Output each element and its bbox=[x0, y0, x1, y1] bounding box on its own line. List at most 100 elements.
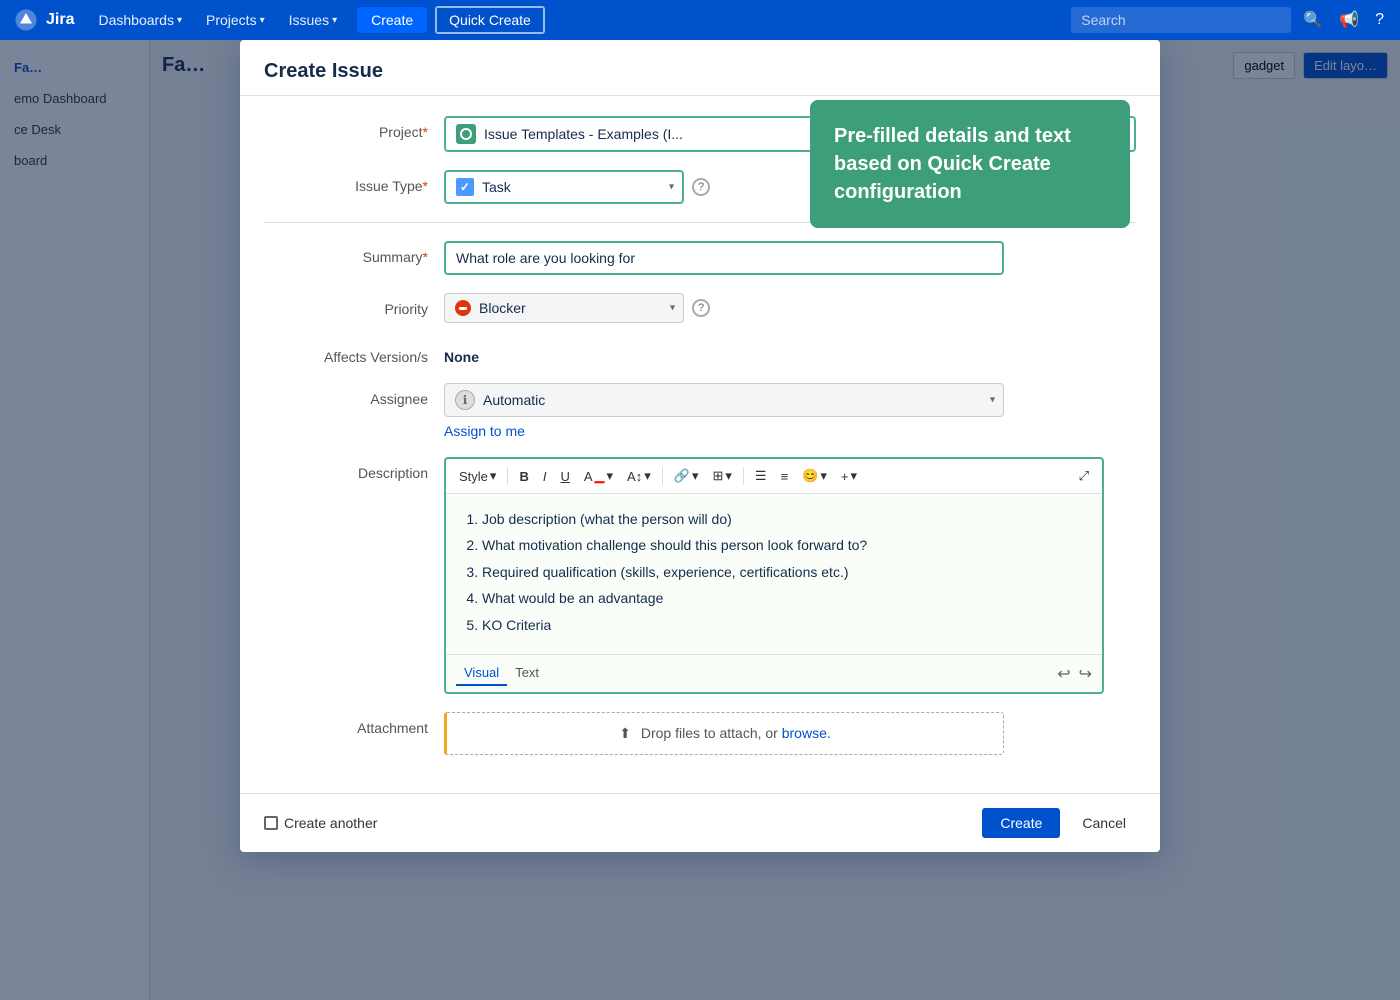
project-required: * bbox=[423, 124, 428, 140]
assignee-chevron-icon: ▾ bbox=[990, 395, 995, 406]
redo-button[interactable]: ↪ bbox=[1079, 664, 1092, 684]
affects-version-row: Affects Version/s None bbox=[264, 341, 1136, 365]
desc-item-5: KO Criteria bbox=[482, 614, 1086, 636]
issue-type-help-icon[interactable]: ? bbox=[692, 178, 710, 196]
summary-input[interactable] bbox=[444, 241, 1004, 275]
issue-type-required: * bbox=[423, 178, 428, 194]
table-button[interactable]: ⊞ ▾ bbox=[707, 465, 736, 487]
affects-version-value: None bbox=[444, 341, 1136, 365]
description-list: Job description (what the person will do… bbox=[462, 508, 1086, 636]
task-icon: ✓ bbox=[456, 178, 474, 196]
link-button[interactable]: 🔗 ▾ bbox=[669, 465, 704, 487]
editor-toolbar: Style ▾ B I U A▁ ▾ A↕ ▾ 🔗 ▾ ⊞ ▾ bbox=[446, 459, 1102, 494]
create-button[interactable]: Create bbox=[982, 808, 1060, 838]
priority-chevron-icon: ▾ bbox=[670, 303, 675, 314]
desc-item-3: Required qualification (skills, experien… bbox=[482, 561, 1086, 583]
help-icon-btn[interactable]: ? bbox=[1371, 7, 1388, 33]
desc-item-4: What would be an advantage bbox=[482, 587, 1086, 609]
bold-button[interactable]: B bbox=[514, 466, 533, 487]
search-icon-btn[interactable]: 🔍 bbox=[1299, 6, 1327, 34]
desc-item-1: Job description (what the person will do… bbox=[482, 508, 1086, 530]
editor-tab-text[interactable]: Text bbox=[507, 661, 547, 686]
assignee-select[interactable]: ℹ Automatic ▾ bbox=[444, 383, 1004, 417]
undo-button[interactable]: ↩ bbox=[1057, 664, 1070, 684]
attachment-row: Attachment ⬆ Drop files to attach, or br… bbox=[264, 712, 1136, 755]
notifications-icon-btn[interactable]: 📢 bbox=[1335, 6, 1363, 34]
style-dropdown-btn[interactable]: Style ▾ bbox=[454, 465, 501, 487]
text-color-chevron: ▾ bbox=[607, 468, 614, 484]
editor-content[interactable]: Job description (what the person will do… bbox=[446, 494, 1102, 654]
assignee-row: Assignee ℹ Automatic ▾ Assign to me bbox=[264, 383, 1136, 439]
modal-footer: Create another Create Cancel bbox=[240, 793, 1160, 852]
create-issue-modal: Create Issue Pre-filled details and text… bbox=[240, 40, 1160, 852]
project-label: Project* bbox=[264, 116, 444, 140]
dashboards-chevron: ▾ bbox=[177, 15, 182, 26]
nav-dashboards[interactable]: Dashboards ▾ bbox=[90, 12, 190, 28]
toolbar-separator-3 bbox=[743, 467, 744, 485]
projects-chevron: ▾ bbox=[260, 15, 265, 26]
project-icon-inner bbox=[460, 128, 472, 140]
insert-button[interactable]: + ▾ bbox=[836, 465, 862, 487]
create-button[interactable]: Create bbox=[357, 7, 427, 33]
logo-text: Jira bbox=[46, 11, 74, 29]
editor-tabs: Visual Text bbox=[456, 661, 547, 686]
summary-required: * bbox=[423, 249, 428, 265]
toolbar-separator-2 bbox=[662, 467, 663, 485]
assignee-control: ℹ Automatic ▾ Assign to me bbox=[444, 383, 1136, 439]
editor-tab-visual[interactable]: Visual bbox=[456, 661, 507, 686]
priority-row: Priority Blocker ▾ ? bbox=[264, 293, 1136, 323]
emoji-button[interactable]: 😊 ▾ bbox=[797, 465, 832, 487]
create-another-checkbox[interactable] bbox=[264, 816, 278, 830]
nav-projects[interactable]: Projects ▾ bbox=[198, 12, 273, 28]
priority-control: Blocker ▾ ? bbox=[444, 293, 1136, 323]
summary-control bbox=[444, 241, 1136, 275]
search-input[interactable] bbox=[1071, 7, 1291, 33]
emoji-chevron: ▾ bbox=[820, 468, 827, 484]
summary-label: Summary* bbox=[264, 241, 444, 265]
modal-title: Create Issue bbox=[264, 60, 383, 83]
affects-version-label: Affects Version/s bbox=[264, 341, 444, 365]
attachment-drop-zone[interactable]: ⬆ Drop files to attach, or browse. bbox=[444, 712, 1004, 755]
modal-header: Create Issue Pre-filled details and text… bbox=[240, 40, 1160, 96]
expand-editor-button[interactable]: ⤢ bbox=[1074, 465, 1094, 487]
text-size-chevron: ▾ bbox=[644, 468, 651, 484]
project-icon bbox=[456, 124, 476, 144]
modal-overlay: Create Issue Pre-filled details and text… bbox=[0, 0, 1400, 1000]
priority-select[interactable]: Blocker ▾ bbox=[444, 293, 684, 323]
numbered-list-button[interactable]: ≡ bbox=[776, 466, 794, 487]
cancel-button[interactable]: Cancel bbox=[1072, 808, 1136, 838]
issue-type-label: Issue Type* bbox=[264, 170, 444, 194]
priority-select-row: Blocker ▾ ? bbox=[444, 293, 1136, 323]
tooltip-bubble: Pre-filled details and text based on Qui… bbox=[810, 100, 1130, 228]
bullet-list-button[interactable]: ☰ bbox=[750, 465, 772, 487]
description-editor: Style ▾ B I U A▁ ▾ A↕ ▾ 🔗 ▾ ⊞ ▾ bbox=[444, 457, 1104, 694]
italic-button[interactable]: I bbox=[538, 466, 552, 487]
style-chevron-icon: ▾ bbox=[490, 468, 497, 484]
nav-issues[interactable]: Issues ▾ bbox=[281, 12, 346, 28]
editor-footer-right: ↩ ↪ bbox=[1057, 664, 1092, 684]
issue-type-select[interactable]: ✓ Task ▾ bbox=[444, 170, 684, 204]
attachment-control: ⬆ Drop files to attach, or browse. bbox=[444, 712, 1136, 755]
text-size-button[interactable]: A↕ ▾ bbox=[622, 465, 656, 487]
assignee-icon: ℹ bbox=[455, 390, 475, 410]
underline-button[interactable]: U bbox=[555, 466, 574, 487]
jira-logo[interactable]: Jira bbox=[12, 6, 74, 34]
summary-row: Summary* bbox=[264, 241, 1136, 275]
create-another-label[interactable]: Create another bbox=[264, 815, 377, 831]
affects-version-control: None bbox=[444, 341, 1136, 365]
attachment-label: Attachment bbox=[264, 712, 444, 736]
priority-label: Priority bbox=[264, 293, 444, 317]
topnav: Jira Dashboards ▾ Projects ▾ Issues ▾ Cr… bbox=[0, 0, 1400, 40]
assignee-label: Assignee bbox=[264, 383, 444, 407]
assign-to-me-link[interactable]: Assign to me bbox=[444, 423, 525, 439]
blocker-dash bbox=[459, 307, 467, 310]
quick-create-button[interactable]: Quick Create bbox=[435, 6, 545, 34]
issues-chevron: ▾ bbox=[332, 15, 337, 26]
desc-item-2: What motivation challenge should this pe… bbox=[482, 534, 1086, 556]
description-control: Style ▾ B I U A▁ ▾ A↕ ▾ 🔗 ▾ ⊞ ▾ bbox=[444, 457, 1136, 694]
browse-link[interactable]: browse. bbox=[782, 725, 831, 741]
text-color-button[interactable]: A▁ ▾ bbox=[579, 465, 618, 487]
priority-help-icon[interactable]: ? bbox=[692, 299, 710, 317]
description-label: Description bbox=[264, 457, 444, 481]
table-chevron: ▾ bbox=[725, 468, 732, 484]
